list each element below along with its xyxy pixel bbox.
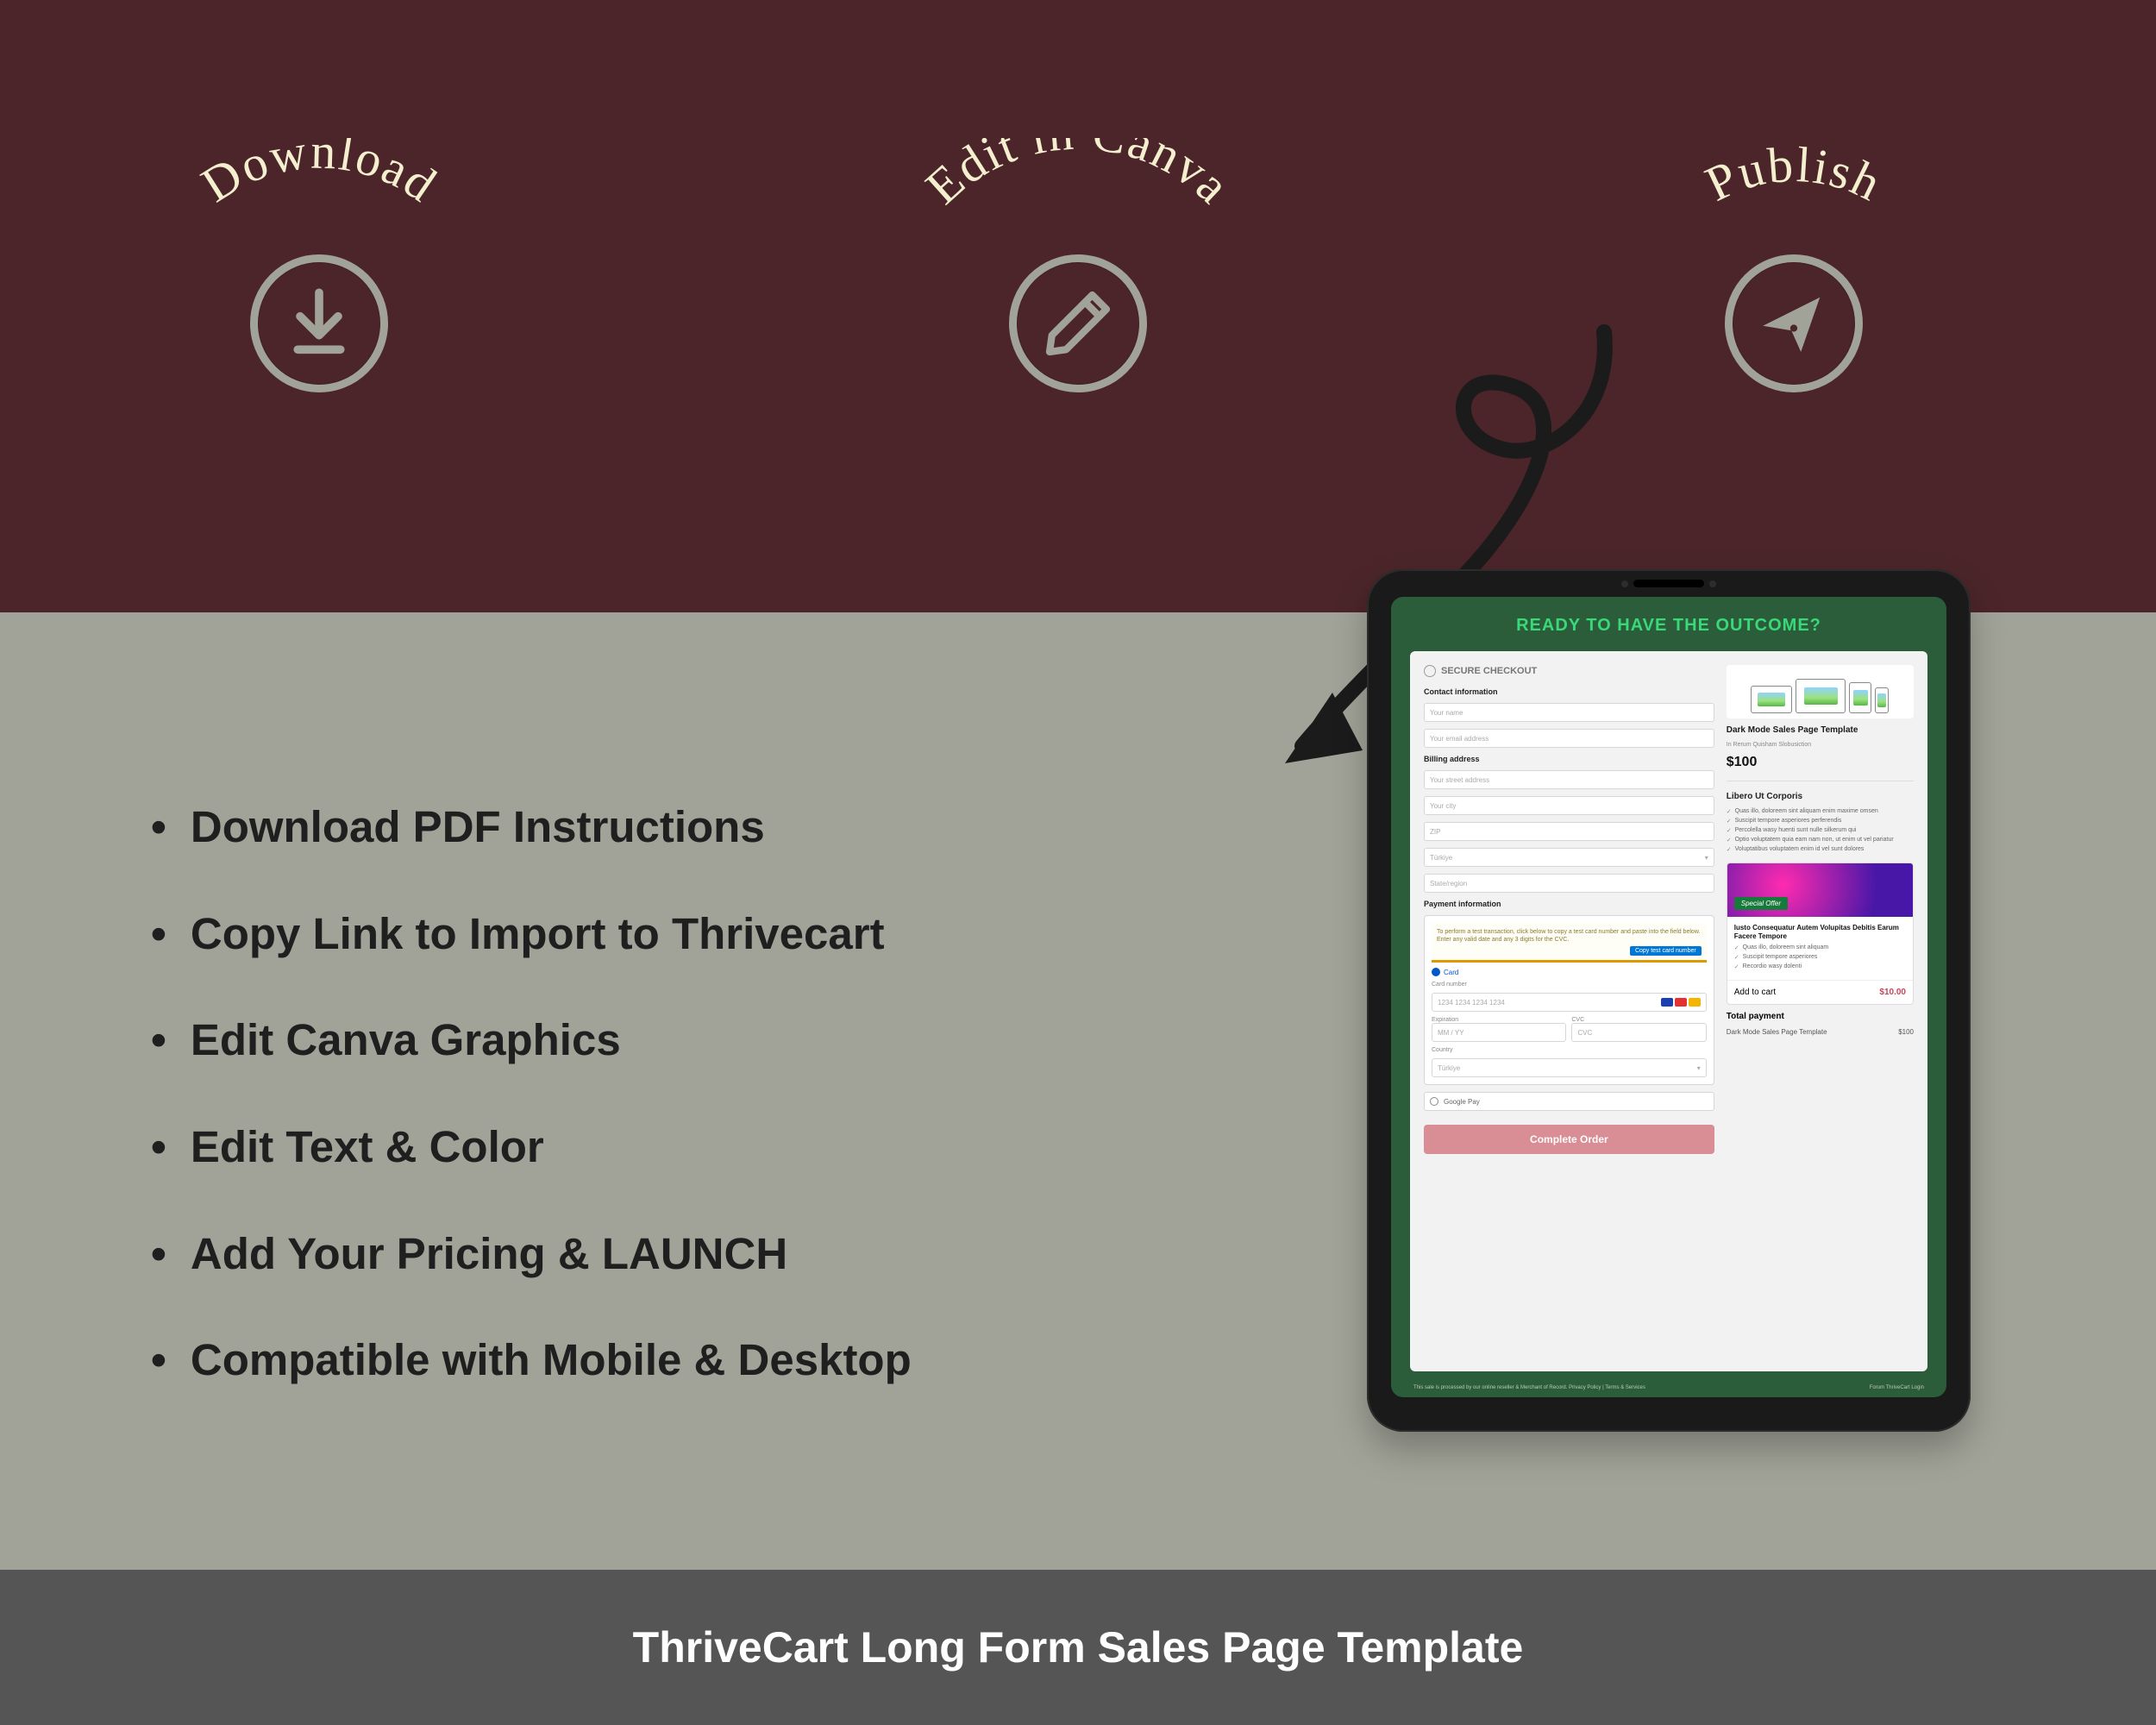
country-select[interactable]: Türkiye▾ <box>1424 848 1714 867</box>
footer-band: ThriveCart Long Form Sales Page Template <box>0 1570 2156 1725</box>
svg-text:Download: Download <box>191 138 448 213</box>
device-tablet-icon <box>1849 682 1871 713</box>
state-field[interactable]: State/region <box>1424 874 1714 893</box>
expiry-field[interactable]: MM / YY <box>1432 1023 1566 1042</box>
google-pay-option[interactable]: Google Pay <box>1424 1092 1714 1111</box>
product-subtitle: In Rerum Quisham Slobusiction <box>1727 742 1914 748</box>
offer-title: Iusto Consequatur Autem Volupitas Debiti… <box>1734 924 1906 941</box>
add-to-cart-button[interactable]: Add to cart <box>1734 988 1776 997</box>
card-tab[interactable]: Card <box>1432 968 1707 976</box>
product-name: Dark Mode Sales Page Template <box>1727 725 1914 735</box>
contact-heading: Contact information <box>1424 687 1714 696</box>
send-icon <box>1725 254 1863 392</box>
tablet-notch <box>1633 580 1704 587</box>
copy-test-card-button[interactable]: Copy test card number <box>1630 946 1702 956</box>
step-publish: Publish <box>1621 138 1966 392</box>
offer-image: Special Offer <box>1727 863 1913 917</box>
lock-icon <box>1424 665 1436 677</box>
test-card-note: To perform a test transaction, click bel… <box>1432 923 1707 963</box>
offer-ribbon: Special Offer <box>1734 897 1788 910</box>
bullet-item: Add Your Pricing & LAUNCH <box>151 1229 912 1280</box>
offer-price: $10.00 <box>1879 988 1906 997</box>
bullet-item: Compatible with Mobile & Desktop <box>151 1335 912 1386</box>
step-edit: Edit in Canva <box>893 138 1263 392</box>
device-monitor-icon <box>1796 679 1846 713</box>
card-number-field[interactable]: 1234 1234 1234 1234 <box>1432 993 1707 1012</box>
card-box: To perform a test transaction, click bel… <box>1424 915 1714 1085</box>
bullet-item: Download PDF Instructions <box>151 802 912 853</box>
billing-heading: Billing address <box>1424 755 1714 763</box>
footer-title: ThriveCart Long Form Sales Page Template <box>633 1622 1524 1672</box>
city-field[interactable]: Your city <box>1424 796 1714 815</box>
feature-bullets: Download PDF Instructions Copy Link to I… <box>151 802 912 1442</box>
checkout-right-col: Dark Mode Sales Page Template In Rerum Q… <box>1727 665 1914 1358</box>
checkout-left-col: SECURE CHECKOUT Contact information Your… <box>1424 665 1714 1358</box>
payment-heading: Payment information <box>1424 900 1714 908</box>
bullet-item: Edit Text & Color <box>151 1122 912 1173</box>
bullet-item: Copy Link to Import to Thrivecart <box>151 909 912 960</box>
total-heading: Total payment <box>1727 1012 1914 1021</box>
device-phone-icon <box>1875 687 1889 713</box>
special-offer-card: Special Offer Iusto Consequatur Autem Vo… <box>1727 862 1914 1005</box>
secure-checkout-label: SECURE CHECKOUT <box>1424 665 1714 677</box>
tablet-screen: READY TO HAVE THE OUTCOME? SECURE CHECKO… <box>1391 597 1946 1397</box>
name-field[interactable]: Your name <box>1424 703 1714 722</box>
download-icon <box>250 254 388 392</box>
screen-headline: READY TO HAVE THE OUTCOME? <box>1391 597 1946 651</box>
screen-footer: This sale is processed by our online res… <box>1391 1380 1946 1397</box>
bullet-item: Edit Canva Graphics <box>151 1015 912 1066</box>
arched-label-edit: Edit in Canva <box>893 138 1263 267</box>
card-country-select[interactable]: Türkiye▾ <box>1432 1058 1707 1077</box>
cvc-field[interactable]: CVC <box>1571 1023 1706 1042</box>
product-price: $100 <box>1727 755 1914 770</box>
pencil-icon <box>1009 254 1147 392</box>
benefits-list: Quas illo, doloreem sint aliquam enim ma… <box>1727 808 1914 856</box>
tablet-mockup: READY TO HAVE THE OUTCOME? SECURE CHECKO… <box>1367 569 1971 1432</box>
email-field[interactable]: Your email address <box>1424 729 1714 748</box>
total-line: Dark Mode Sales Page Template$100 <box>1727 1028 1914 1036</box>
step-download: Download <box>147 138 492 392</box>
arched-label-publish: Publish <box>1621 138 1966 267</box>
arched-label-download: Download <box>147 138 492 267</box>
device-laptop-icon <box>1751 686 1792 713</box>
svg-text:Edit in Canva: Edit in Canva <box>915 138 1242 215</box>
complete-order-button[interactable]: Complete Order <box>1424 1125 1714 1154</box>
street-field[interactable]: Your street address <box>1424 770 1714 789</box>
product-preview-devices <box>1727 665 1914 718</box>
benefits-heading: Libero Ut Corporis <box>1727 792 1914 801</box>
zip-field[interactable]: ZIP <box>1424 822 1714 841</box>
svg-text:Publish: Publish <box>1697 138 1891 212</box>
